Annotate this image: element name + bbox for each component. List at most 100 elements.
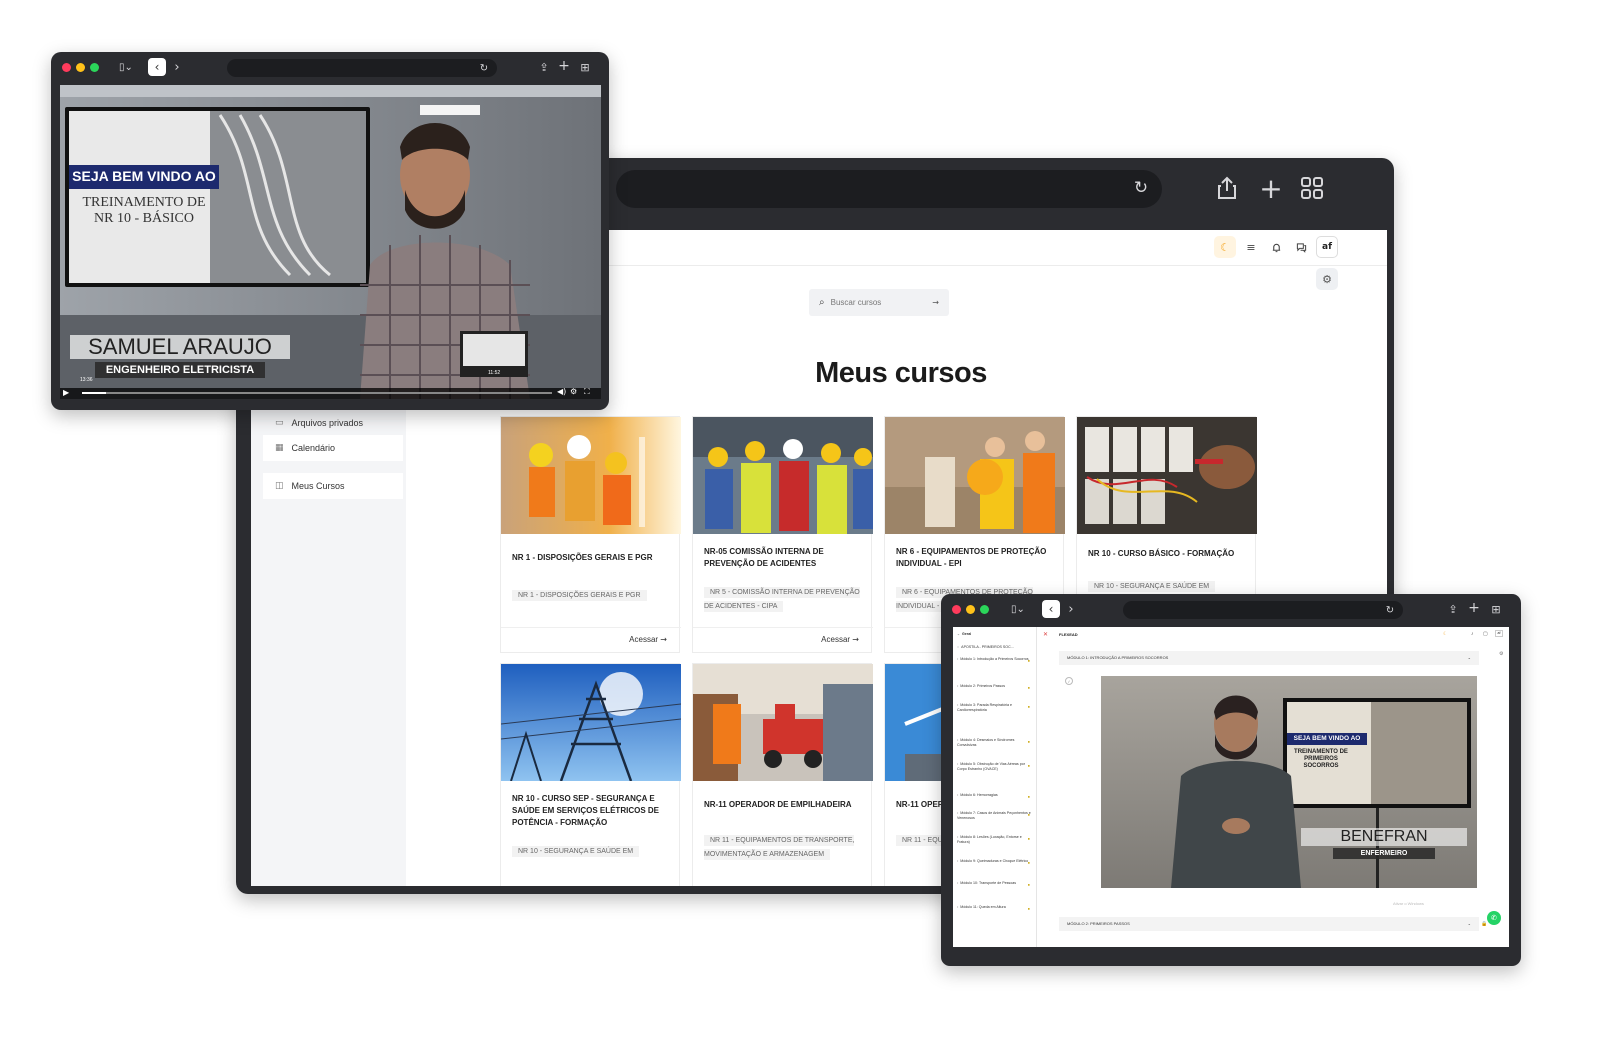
zoom-window-button[interactable] [980, 605, 989, 614]
course-index-item[interactable]: • Módulo 2: Primeiros Passos ● [957, 684, 1033, 690]
module-accordion-header[interactable]: MÓDULO 1: INTRODUÇÃO A PRIMEIROS SOCORRO… [1059, 651, 1479, 665]
sidebar-item-my-courses[interactable]: ◫ Meus Cursos [263, 473, 403, 499]
thumbnail-time: 11:52 [488, 370, 501, 376]
course-image [885, 417, 1065, 534]
forward-button[interactable]: › [169, 58, 185, 76]
close-window-button[interactable] [952, 605, 961, 614]
sidebar-item-private-files[interactable]: ▭ Arquivos privados [263, 410, 403, 436]
course-card[interactable]: NR-11 OPERADOR DE EMPILHADEIRA NR 11 - E… [692, 663, 873, 886]
back-button[interactable]: ‹ [1042, 600, 1060, 618]
settings-gear-icon[interactable]: ⚙ [1316, 268, 1338, 290]
lock-icon: ● [1027, 860, 1030, 865]
close-sidebar-icon[interactable]: ✕ [1043, 631, 1048, 638]
course-index-item[interactable]: • Módulo 1: Introdução a Primeiros Socorr… [957, 657, 1033, 663]
new-tab-icon[interactable]: + [557, 58, 571, 74]
new-tab-icon[interactable]: + [1258, 172, 1284, 205]
course-card[interactable]: NR 10 - CURSO SEP - SEGURANÇA E SAÚDE EM… [500, 663, 681, 886]
tab-overview-icon[interactable]: ⊞ [1489, 601, 1503, 617]
course-title: NR 10 - CURSO SEP - SEGURANÇA E SAÚDE EM… [512, 794, 659, 827]
share-icon[interactable]: ⇪ [537, 59, 551, 75]
lock-icon: ● [1027, 836, 1030, 841]
reload-icon[interactable]: ↻ [1132, 178, 1150, 198]
lock-icon: ● [1027, 658, 1030, 663]
volume-icon[interactable]: ◀) [557, 387, 566, 396]
new-tab-icon[interactable]: + [1467, 600, 1481, 616]
folder-icon: ▭ [275, 418, 284, 428]
search-submit-icon[interactable]: → [932, 298, 939, 307]
lesson-browser-window: ▯⌄ ‹ › ↻ ⇪ + ⊞ ⌄ Geral ○ APOSTILA - PRIMEI… [941, 594, 1521, 966]
lock-icon: ● [1027, 685, 1030, 690]
course-index-item[interactable]: • Módulo 11: Queda em Altura ● [957, 905, 1033, 911]
zoom-window-button[interactable] [90, 63, 99, 72]
filter-icon[interactable]: ≡ [1240, 236, 1262, 258]
course-index-item[interactable]: • Módulo 4: Desmaios e Síndromes Convulsi… [957, 738, 1033, 748]
minimize-window-button[interactable] [966, 605, 975, 614]
chevron-down-icon: ⌄ [1467, 921, 1471, 926]
course-image [501, 664, 681, 781]
course-image [693, 417, 873, 534]
windows-activation-watermark: Ativar o Windows [1393, 901, 1424, 906]
address-bar[interactable]: ↻ [616, 170, 1162, 208]
completion-check-icon[interactable]: ✓ [1065, 677, 1073, 685]
chat-icon[interactable] [1290, 236, 1312, 258]
address-bar[interactable]: ↻ [1123, 601, 1403, 619]
reload-icon[interactable]: ↻ [477, 61, 491, 75]
calendar-icon: ▦ [275, 443, 284, 453]
access-course-link[interactable]: Acessar → [629, 635, 667, 644]
course-search-input[interactable]: ⌕ Buscar cursos → [809, 289, 949, 316]
course-index-item[interactable]: ○ APOSTILA - PRIMEIROS SOC... [957, 645, 1033, 650]
brand-logo: FLEXEAD [1059, 632, 1078, 637]
back-button[interactable]: ‹ [148, 58, 166, 76]
avatar[interactable]: af [1316, 236, 1338, 258]
avatar[interactable]: af [1495, 630, 1503, 637]
tab-overview-icon[interactable]: ⊞ [578, 59, 592, 75]
fullscreen-icon[interactable]: ⛶ [584, 387, 590, 397]
reload-icon[interactable]: ↻ [1383, 603, 1397, 617]
course-card[interactable]: NR 1 - DISPOSIÇÕES GERAIS E PGR NR 1 - D… [500, 416, 681, 653]
access-course-link[interactable]: Acessar → [821, 635, 859, 644]
share-icon[interactable]: ⇪ [1446, 601, 1460, 617]
share-icon[interactable] [1214, 174, 1240, 202]
video-browser-window: ▯⌄ ‹ › ↻ ⇪ + ⊞ SEJA BEM VINDO AO TREINAM… [51, 52, 609, 410]
lesson-video[interactable]: SEJA BEM VINDO AO TREINAMENTO DE PRIMEIR… [1101, 676, 1477, 888]
chevron-down-icon: ⌄ [1467, 655, 1471, 660]
card-divider [501, 627, 681, 628]
course-index-item[interactable]: • Módulo 6: Hemorragias ● [957, 793, 1033, 799]
chat-icon[interactable]: ▢ [1483, 631, 1488, 637]
bell-icon[interactable] [1265, 236, 1287, 258]
course-title: NR-11 OPERADOR DE EMPILHADEIRA [704, 800, 852, 809]
theme-toggle-icon[interactable]: ☾ [1443, 631, 1447, 637]
course-index-item[interactable]: • Módulo 8: Lesões (Luxação, Entorse e Fr… [957, 835, 1033, 845]
sidebar-toggle-icon[interactable]: ▯⌄ [113, 60, 139, 74]
course-index-item[interactable]: • Módulo 3: Parada Respiratória e Cardior… [957, 703, 1033, 713]
lock-icon: ● [1027, 739, 1030, 744]
course-index-item[interactable]: • Módulo 10: Transporte de Pessoas ● [957, 881, 1033, 887]
address-bar[interactable]: ↻ [227, 59, 497, 77]
course-image [693, 664, 873, 781]
play-icon[interactable]: ▶ [63, 388, 69, 397]
sidebar-toggle-icon[interactable]: ▯⌄ [1005, 602, 1031, 616]
screen-banner-title: SEJA BEM VINDO AO [72, 168, 216, 184]
sidebar-item-calendar[interactable]: ▦ Calendário [263, 435, 403, 461]
lock-icon: ● [1027, 882, 1030, 887]
minimize-window-button[interactable] [76, 63, 85, 72]
video-player[interactable]: SEJA BEM VINDO AO TREINAMENTO DE NR 10 -… [60, 85, 601, 399]
module-accordion-header[interactable]: MÓDULO 2: PRIMEIROS PASSOS ⌄ [1059, 917, 1479, 931]
whatsapp-icon[interactable]: ✆ [1487, 911, 1501, 925]
course-card[interactable]: NR-05 COMISSÃO INTERNA DE PREVENÇÃO DE A… [692, 416, 873, 653]
course-category-tag: NR 1 - DISPOSIÇÕES GERAIS E PGR [512, 589, 672, 603]
settings-gear-icon[interactable]: ⚙ [570, 387, 577, 396]
close-window-button[interactable] [62, 63, 71, 72]
tab-overview-icon[interactable] [1300, 176, 1324, 200]
course-title: NR 6 - EQUIPAMENTOS DE PROTEÇÃO INDIVIDU… [896, 547, 1047, 568]
course-index-item[interactable]: • Módulo 7: Casos de Animais Peçonhentos … [957, 811, 1033, 821]
lock-icon: ● [1027, 763, 1030, 768]
sidebar-item-label: Arquivos privados [291, 418, 364, 428]
course-index-header[interactable]: ⌄ Geral [957, 632, 1033, 637]
bell-icon[interactable]: ♪ [1471, 631, 1474, 637]
theme-toggle-icon[interactable]: ☾ [1214, 236, 1236, 258]
forward-button[interactable]: › [1063, 600, 1079, 618]
settings-gear-icon[interactable]: ⚙ [1499, 651, 1503, 657]
course-index-item[interactable]: • Módulo 9: Queimaduras e Choque Elétrico… [957, 859, 1033, 865]
course-index-item[interactable]: • Módulo 5: Obstrução de Vias Aéreas por … [957, 762, 1033, 772]
